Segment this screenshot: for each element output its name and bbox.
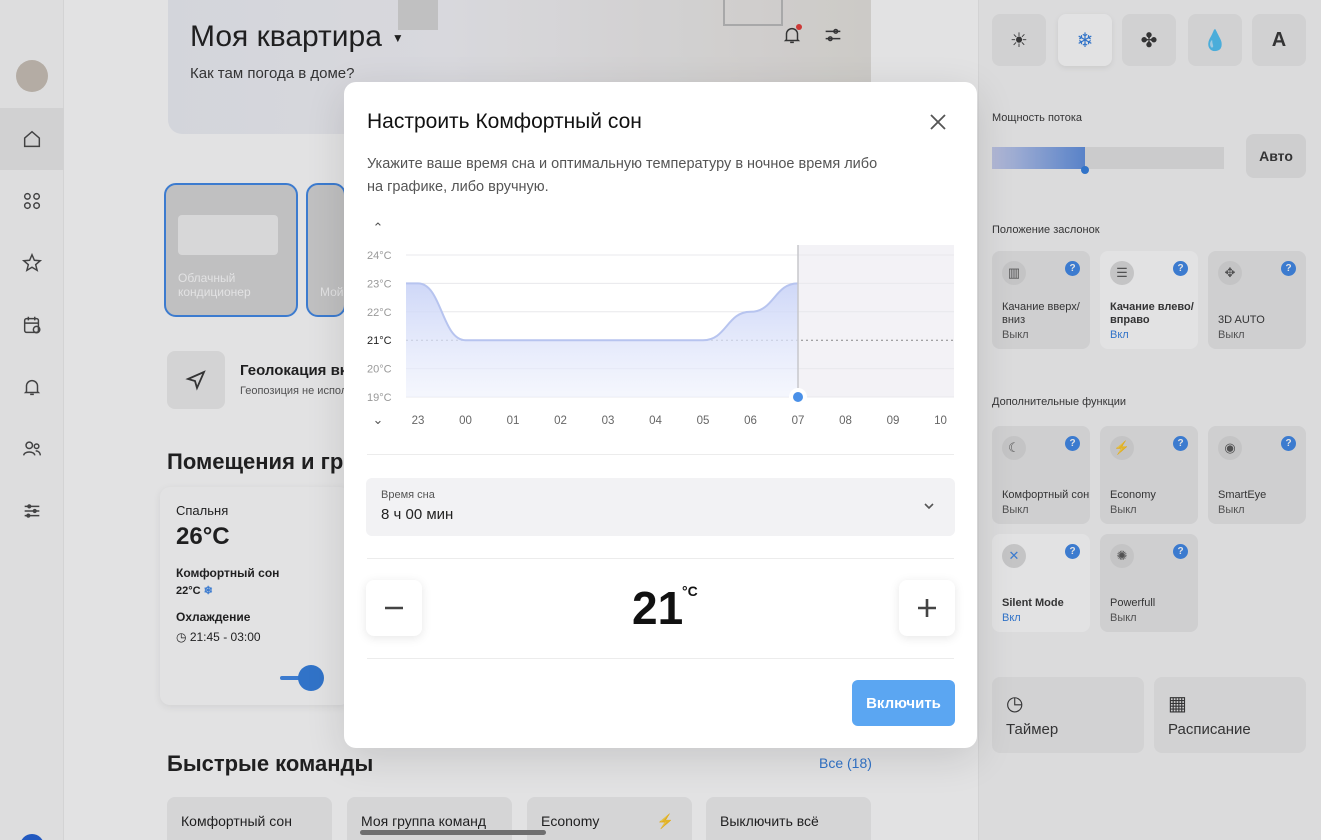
chevron-down-icon [921,498,937,514]
minus-icon [385,606,403,610]
sleep-temperature-chart[interactable]: 24°C 23°C 22°C 21°C 20°C 19°C 23 00 01 02 03 04 05 0… [344,212,977,442]
sleep-value: 8 ч 00 мин [381,506,454,523]
x-tick-label: 05 [697,415,710,427]
x-tick-label: 23 [412,415,425,427]
modal-title: Настроить Комфортный сон [367,110,642,133]
x-tick-label: 07 [792,415,805,427]
y-tick-label: 19°C [367,392,392,404]
enable-button[interactable]: Включить [852,680,955,726]
plus-icon [918,599,936,617]
sleep-duration-select[interactable]: Время сна 8 ч 00 мин [366,478,955,536]
y-tick-label: 22°C [367,307,392,319]
divider [367,454,954,455]
future-region [798,245,954,397]
x-tick-label: 00 [459,415,472,427]
x-tick-label: 03 [602,415,615,427]
x-tick-label: 02 [554,415,567,427]
y-tick-label: 20°C [367,364,392,376]
x-tick-label: 04 [649,415,662,427]
x-tick-label: 06 [744,415,757,427]
temperature-unit: °C [682,583,698,599]
x-tick-label: 01 [507,415,520,427]
divider [367,658,954,659]
x-tick-label: 10 [934,415,947,427]
increase-temp-button[interactable] [899,580,955,636]
close-icon [930,114,946,130]
temperature-value: 21 [632,582,684,634]
sleep-end-handle[interactable] [793,392,803,402]
decrease-temp-button[interactable] [366,580,422,636]
modal-description: Укажите ваше время сна и оптимальную тем… [367,156,878,195]
close-button[interactable] [926,110,950,134]
divider [367,558,954,559]
y-tick-label: 23°C [367,278,392,290]
comfort-sleep-modal: Настроить Комфортный сон Укажите ваше вр… [344,82,977,748]
y-tick-label: 24°C [367,250,392,262]
x-tick-label: 08 [839,415,852,427]
y-tick-label: 21°C [367,335,392,347]
sleep-label: Время сна [381,489,435,501]
x-tick-label: 09 [887,415,900,427]
